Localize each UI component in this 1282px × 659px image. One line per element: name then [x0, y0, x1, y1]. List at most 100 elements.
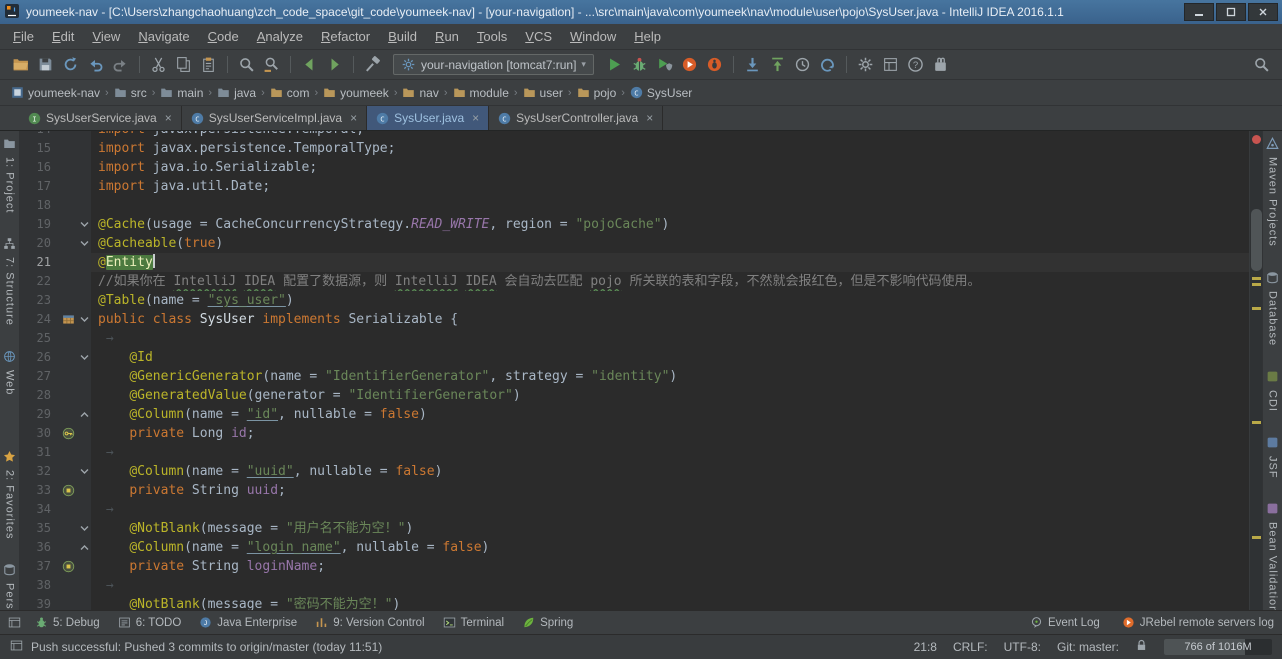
- synchronize-icon[interactable]: [58, 53, 83, 77]
- warning-stripe-mark[interactable]: [1252, 277, 1261, 280]
- tab-close-icon[interactable]: ×: [165, 111, 172, 125]
- code-line-25[interactable]: 25 →: [20, 329, 1249, 348]
- warning-stripe-mark[interactable]: [1252, 536, 1261, 539]
- menu-build[interactable]: Build: [379, 26, 426, 47]
- inspection-indicator[interactable]: [1252, 135, 1261, 144]
- breadcrumb-java[interactable]: java: [216, 84, 257, 102]
- menu-vcs[interactable]: VCS: [516, 26, 561, 47]
- code-line-33[interactable]: 33 private String uuid;: [20, 481, 1249, 500]
- code-line-14[interactable]: 14import javax.persistence.Temporal;: [20, 131, 1249, 139]
- warning-stripe-mark[interactable]: [1252, 421, 1261, 424]
- debug-with-jrebel-icon[interactable]: [702, 53, 727, 77]
- caret-position-widget[interactable]: 21:8: [914, 640, 937, 654]
- close-button[interactable]: [1248, 3, 1278, 21]
- fold-marker-icon[interactable]: [78, 234, 91, 253]
- update-project-icon[interactable]: [740, 53, 765, 77]
- menu-analyze[interactable]: Analyze: [248, 26, 312, 47]
- breadcrumb-youmeek-nav[interactable]: youmeek-nav: [10, 84, 101, 102]
- minimize-button[interactable]: [1184, 3, 1214, 21]
- run-with-jrebel-icon[interactable]: [677, 53, 702, 77]
- code-line-19[interactable]: 19@Cache(usage = CacheConcurrencyStrateg…: [20, 215, 1249, 234]
- editor[interactable]: 14import javax.persistence.Temporal;15im…: [20, 131, 1262, 610]
- project-structure-icon[interactable]: [878, 53, 903, 77]
- plugin-icon[interactable]: [928, 53, 953, 77]
- menu-edit[interactable]: Edit: [43, 26, 83, 47]
- code-line-29[interactable]: 29 @Column(name = "id", nullable = false…: [20, 405, 1249, 424]
- code-line-16[interactable]: 16import java.io.Serializable;: [20, 158, 1249, 177]
- menu-view[interactable]: View: [83, 26, 129, 47]
- code-line-35[interactable]: 35 @NotBlank(message = "用户名不能为空！"): [20, 519, 1249, 538]
- tool-button-web[interactable]: Web: [3, 350, 16, 395]
- menu-code[interactable]: Code: [199, 26, 248, 47]
- replace-icon[interactable]: [259, 53, 284, 77]
- code-line-17[interactable]: 17import java.util.Date;: [20, 177, 1249, 196]
- warning-stripe-mark[interactable]: [1252, 307, 1261, 310]
- code-line-31[interactable]: 31 →: [20, 443, 1249, 462]
- paste-icon[interactable]: [196, 53, 221, 77]
- breadcrumb-com[interactable]: com: [269, 84, 311, 102]
- title-bar[interactable]: youmeek-nav - [C:\Users\zhangchaohuang\z…: [0, 0, 1282, 24]
- code-line-30[interactable]: 30 private Long id;: [20, 424, 1249, 443]
- warning-stripe-mark[interactable]: [1252, 283, 1261, 286]
- menu-file[interactable]: File: [4, 26, 43, 47]
- search-everywhere-icon[interactable]: [1249, 53, 1274, 77]
- menu-help[interactable]: Help: [625, 26, 670, 47]
- memory-indicator[interactable]: 766 of 1016M: [1164, 639, 1272, 655]
- jpa-entity-icon[interactable]: [58, 310, 78, 329]
- revert-icon[interactable]: [815, 53, 840, 77]
- toolwindow-5-debug[interactable]: 5: Debug: [35, 616, 100, 629]
- statusbar-toggle-icon[interactable]: [10, 639, 23, 655]
- tool-button-cdi[interactable]: CDI: [1266, 370, 1279, 412]
- tool-button-1-project[interactable]: 1: Project: [3, 137, 16, 213]
- breadcrumb-youmeek[interactable]: youmeek: [322, 84, 390, 102]
- menu-tools[interactable]: Tools: [468, 26, 516, 47]
- menu-run[interactable]: Run: [426, 26, 468, 47]
- forward-icon[interactable]: [322, 53, 347, 77]
- run-icon[interactable]: [602, 53, 627, 77]
- breadcrumb-pojo[interactable]: pojo: [576, 84, 618, 102]
- code-line-38[interactable]: 38 →: [20, 576, 1249, 595]
- editor-scrollbar[interactable]: [1249, 131, 1262, 610]
- run-configuration-select[interactable]: your-navigation [tomcat7:run] ▾: [393, 54, 594, 75]
- breadcrumb-user[interactable]: user: [522, 84, 564, 102]
- coverage-icon[interactable]: [652, 53, 677, 77]
- toolwindow-jrebel-remote-servers-log[interactable]: JRebel remote servers log: [1122, 616, 1274, 629]
- toolwindow-spring[interactable]: Spring: [522, 616, 573, 629]
- code-line-28[interactable]: 28 @GeneratedValue(generator = "Identifi…: [20, 386, 1249, 405]
- code-line-21[interactable]: 21@Entity: [20, 253, 1249, 272]
- tool-button-2-favorites[interactable]: 2: Favorites: [3, 450, 16, 539]
- fold-marker-icon[interactable]: [78, 310, 91, 329]
- code-line-24[interactable]: 24public class SysUser implements Serial…: [20, 310, 1249, 329]
- jpa-column-icon[interactable]: [58, 557, 78, 576]
- fold-marker-icon[interactable]: [78, 348, 91, 367]
- code-line-32[interactable]: 32 @Column(name = "uuid", nullable = fal…: [20, 462, 1249, 481]
- toolwindow-event-log[interactable]: Event Log: [1030, 616, 1100, 629]
- commit-changes-icon[interactable]: [765, 53, 790, 77]
- redo-icon[interactable]: [108, 53, 133, 77]
- jpa-column-icon[interactable]: [58, 481, 78, 500]
- lock-icon[interactable]: [1135, 639, 1148, 655]
- fold-marker-icon[interactable]: [78, 215, 91, 234]
- tab-sysuser-java[interactable]: CSysUser.java×: [367, 106, 489, 130]
- scrollbar-thumb[interactable]: [1251, 209, 1262, 271]
- tool-button-bean-validation[interactable]: Bean Validation: [1266, 502, 1279, 613]
- undo-icon[interactable]: [83, 53, 108, 77]
- code-line-34[interactable]: 34 →: [20, 500, 1249, 519]
- find-icon[interactable]: [234, 53, 259, 77]
- help-icon[interactable]: ?: [903, 53, 928, 77]
- tab-close-icon[interactable]: ×: [646, 111, 653, 125]
- code-line-18[interactable]: 18: [20, 196, 1249, 215]
- breadcrumb-nav[interactable]: nav: [401, 84, 439, 102]
- tool-button-maven-projects[interactable]: Maven Projects: [1266, 137, 1279, 247]
- back-icon[interactable]: [297, 53, 322, 77]
- code-line-20[interactable]: 20@Cacheable(true): [20, 234, 1249, 253]
- encoding-widget[interactable]: UTF-8:: [1004, 640, 1041, 654]
- fold-marker-icon[interactable]: [78, 405, 91, 424]
- tool-button-jsf[interactable]: JSF: [1266, 436, 1279, 479]
- code-line-15[interactable]: 15import javax.persistence.TemporalType;: [20, 139, 1249, 158]
- code-line-36[interactable]: 36 @Column(name = "login_name", nullable…: [20, 538, 1249, 557]
- code-line-39[interactable]: 39 @NotBlank(message = "密码不能为空！"): [20, 595, 1249, 610]
- toolwindow-6-todo[interactable]: 6: TODO: [118, 616, 182, 629]
- copy-icon[interactable]: [171, 53, 196, 77]
- toolwindow-java-enterprise[interactable]: JJava Enterprise: [199, 616, 297, 629]
